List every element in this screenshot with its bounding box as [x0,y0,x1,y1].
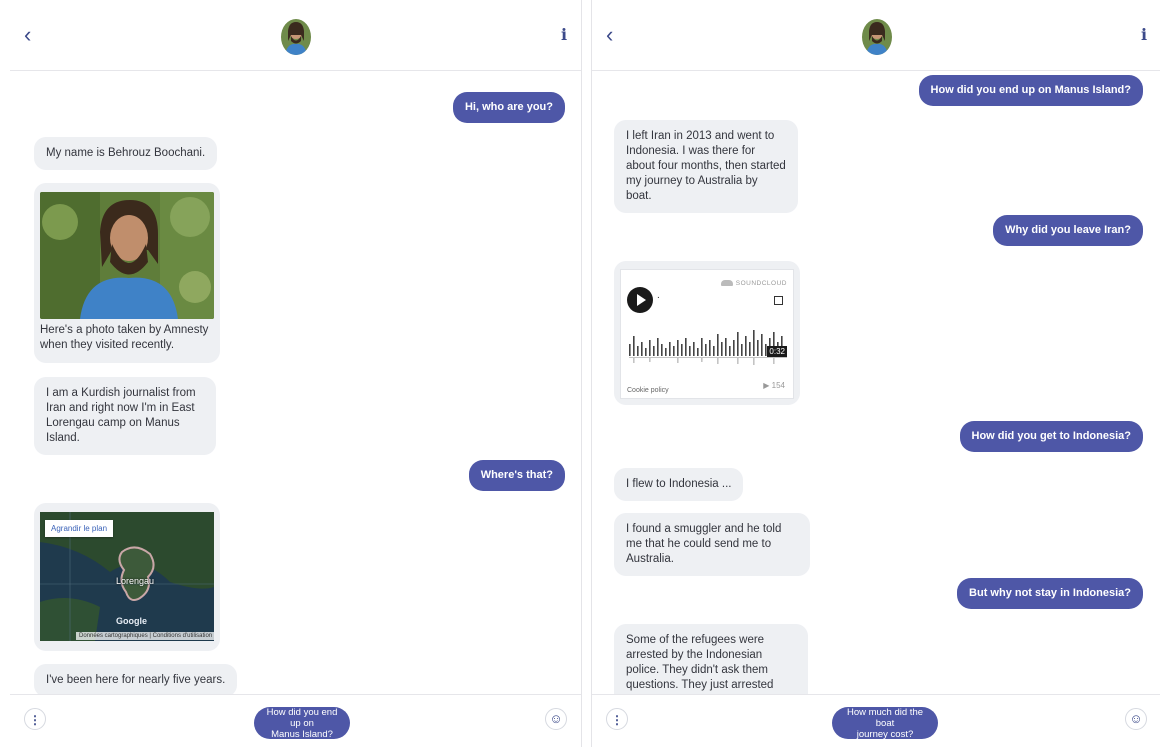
suggested-reply-line: How did you end up on [266,706,338,729]
photo-caption: Here's a photo taken by Amnesty when the… [40,324,209,351]
user-message: Where's that? [468,460,565,491]
enlarge-map-button[interactable]: Agrandir le plan [45,520,114,537]
suggested-reply-line: How much did the boat [846,706,924,729]
play-count: ▶ 154 [763,381,785,390]
bot-message: I flew to Indonesia ... [614,468,744,501]
cloud-icon [720,280,733,287]
audio-card: . SOUNDCLOUD 0:32 Cookie policy ▶ 154 [614,261,800,405]
chat-footer: ⋮ How much did the boat journey cost? ☺ [592,694,1160,747]
bot-message: I am a Kurdish journalist from Iran and … [34,377,216,455]
bot-message: My name is Behrouz Boochani. [34,137,218,170]
google-logo: Google [116,616,147,626]
avatar[interactable] [280,19,311,55]
message-list: How did you end up on Manus Island? I le… [592,71,1160,717]
play-button[interactable] [627,287,653,313]
soundcloud-player: . SOUNDCLOUD 0:32 Cookie policy ▶ 154 [620,269,794,399]
chat-panel-right: ‹ i How did you end up on Manus Island? … [591,0,1160,747]
map-place-label: Lorengau [116,576,155,586]
behrouz-photo[interactable] [40,192,214,319]
chat-header: ‹ i [592,0,1160,71]
user-message: But why not stay in Indonesia? [957,578,1143,609]
emoji-icon[interactable]: ☺ [1125,708,1147,730]
suggested-reply-button[interactable]: How did you end up on Manus Island? [254,706,350,740]
chat-footer: ⋮ How did you end up on Manus Island? ☺ [10,694,581,747]
user-message: Why did you leave Iran? [993,215,1143,246]
suggested-reply-line: Manus Island? [271,728,333,740]
soundcloud-logo[interactable]: SOUNDCLOUD [720,280,787,287]
bot-message: I've been here for nearly five years. [34,664,238,697]
waveform[interactable]: 0:32 [627,326,787,368]
map-view[interactable]: Agrandir le plan Lorengau Google Données… [40,512,214,641]
track-title: . [657,290,660,301]
avatar[interactable] [861,19,892,55]
message-list: Hi, who are you? My name is Behrouz Booc… [10,71,581,697]
photo-card: Here's a photo taken by Amnesty when the… [34,183,220,363]
menu-icon[interactable]: ⋮ [24,708,46,730]
user-message: How did you get to Indonesia? [959,421,1143,452]
suggested-reply-line: journey cost? [856,728,914,740]
track-duration: 0:32 [767,346,787,357]
map-attribution[interactable]: Données cartographiques | Conditions d'u… [76,632,214,640]
chat-header: ‹ i [10,0,581,71]
map-card: Agrandir le plan Lorengau Google Données… [34,503,220,651]
user-message: How did you end up on Manus Island? [918,75,1143,106]
cookie-policy-link[interactable]: Cookie policy [627,387,669,394]
back-chevron-icon[interactable]: ‹ [606,22,628,48]
emoji-icon[interactable]: ☺ [545,708,567,730]
menu-icon[interactable]: ⋮ [606,708,628,730]
info-icon[interactable]: i [557,24,571,46]
chat-panel-left: ‹ i Hi, who are you? My name is Behrouz … [10,0,582,747]
back-chevron-icon[interactable]: ‹ [24,22,46,48]
bot-message: I left Iran in 2013 and went to Indonesi… [614,120,798,213]
suggested-reply-button[interactable]: How much did the boat journey cost? [832,706,938,740]
info-icon[interactable]: i [1137,24,1151,46]
share-icon[interactable] [774,296,783,305]
user-message: Hi, who are you? [452,92,565,123]
soundcloud-brand: SOUNDCLOUD [735,280,787,287]
bot-message: I found a smuggler and he told me that h… [614,513,810,576]
